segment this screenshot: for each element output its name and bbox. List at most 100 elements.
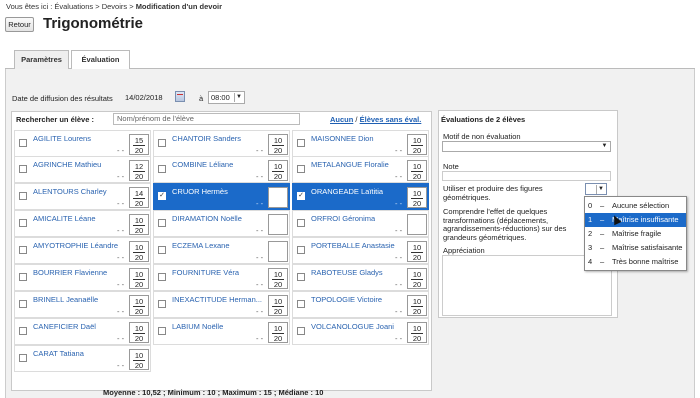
student-checkbox[interactable] (19, 354, 27, 362)
student-card[interactable]: ECZEMA Lexane - - (153, 237, 290, 264)
student-checkbox[interactable] (19, 327, 27, 335)
grade-input[interactable]: 10 20 (268, 322, 288, 343)
student-checkbox[interactable] (297, 300, 305, 308)
student-checkbox[interactable] (297, 273, 305, 281)
student-card[interactable]: DIRAMATION Noëlle - - (153, 210, 290, 237)
student-card[interactable]: COMBINE Léliane - - 10 20 (153, 156, 290, 183)
student-name[interactable]: TOPOLOGIE Victoire (311, 295, 382, 304)
motif-select[interactable]: ▼ (442, 141, 611, 152)
student-card[interactable]: AMYOTROPHIE Léandre - - 10 20 (14, 237, 151, 264)
student-checkbox[interactable] (158, 139, 166, 147)
grade-input[interactable]: 10 20 (407, 295, 427, 316)
student-card[interactable]: LABIUM Noëlle - - 10 20 (153, 318, 290, 345)
tab-evaluation[interactable]: Évaluation (71, 50, 130, 71)
student-checkbox[interactable] (19, 165, 27, 173)
student-name[interactable]: COMBINE Léliane (172, 160, 233, 169)
aucun-link[interactable]: Aucun (330, 115, 353, 124)
student-name[interactable]: ALENTOURS Charley (33, 187, 107, 196)
student-name[interactable]: DIRAMATION Noëlle (172, 214, 242, 223)
grade-input[interactable]: 10 20 (407, 241, 427, 262)
student-name[interactable]: ECZEMA Lexane (172, 241, 230, 250)
grade-input[interactable]: 10 20 (407, 134, 427, 155)
student-name[interactable]: ORFROI Géronima (311, 214, 375, 223)
student-checkbox[interactable] (19, 300, 27, 308)
grade-input[interactable] (268, 241, 288, 262)
student-card[interactable]: ALENTOURS Charley - - 14 20 (14, 183, 151, 210)
date-input[interactable]: 14/02/2018 (125, 91, 172, 104)
student-name[interactable]: FOURNITURE Véra (172, 268, 239, 277)
student-card[interactable]: BRINELL Jeanaëlle - - 10 20 (14, 291, 151, 318)
search-input[interactable]: Nom/prénom de l'élève (113, 113, 300, 125)
student-checkbox[interactable] (297, 165, 305, 173)
student-card[interactable]: ORFROI Géronima - - (292, 210, 429, 237)
dropdown-option-2[interactable]: 2– Maîtrise fragile (585, 227, 686, 241)
student-name[interactable]: METALANGUE Floralie (311, 160, 389, 169)
student-card[interactable]: AMICALITE Léane - - 10 20 (14, 210, 151, 237)
student-name[interactable]: CRUOR Hermès (172, 187, 228, 196)
student-name[interactable]: INEXACTITUDE Herman... (172, 295, 262, 304)
student-card[interactable]: VOLCANOLOGUE Joani - - 10 20 (292, 318, 429, 345)
grade-input[interactable]: 10 20 (129, 295, 149, 316)
student-checkbox[interactable] (19, 219, 27, 227)
grade-input[interactable]: 10 20 (407, 268, 427, 289)
retour-button[interactable]: Retour (5, 17, 34, 32)
grade-input[interactable]: 10 20 (129, 214, 149, 235)
student-checkbox[interactable] (19, 139, 27, 147)
student-name[interactable]: CARAT Tatiana (33, 349, 84, 358)
grade-input[interactable] (268, 187, 288, 208)
grade-input[interactable]: 10 20 (407, 187, 427, 208)
student-checkbox[interactable] (297, 139, 305, 147)
student-name[interactable]: PORTEBALLE Anastasie (311, 241, 395, 250)
grade-input[interactable]: 10 20 (407, 322, 427, 343)
student-checkbox[interactable] (158, 327, 166, 335)
student-name[interactable]: AGRINCHE Mathieu (33, 160, 101, 169)
student-checkbox[interactable] (297, 246, 305, 254)
grade-input[interactable]: 12 20 (129, 160, 149, 181)
grade-input[interactable] (407, 214, 427, 235)
student-card[interactable]: CANEFICIER Daël - - 10 20 (14, 318, 151, 345)
grade-input[interactable]: 10 20 (268, 160, 288, 181)
grade-input[interactable]: 10 20 (268, 268, 288, 289)
student-card[interactable]: BOURRIER Flavienne - - 10 20 (14, 264, 151, 291)
dropdown-option-3[interactable]: 3– Maîtrise satisfaisante (585, 241, 686, 255)
student-name[interactable]: CHANTOIR Sanders (172, 134, 241, 143)
student-name[interactable]: CANEFICIER Daël (33, 322, 96, 331)
student-card[interactable]: FOURNITURE Véra - - 10 20 (153, 264, 290, 291)
grade-input[interactable]: 14 20 (129, 187, 149, 208)
student-name[interactable]: LABIUM Noëlle (172, 322, 223, 331)
grade-input[interactable]: 15 20 (129, 134, 149, 155)
grade-input[interactable] (268, 214, 288, 235)
dropdown-option-0[interactable]: 0– Aucune sélection (585, 199, 686, 213)
student-name[interactable]: ORANGEADE Laïtitia (311, 187, 383, 196)
student-checkbox[interactable] (297, 327, 305, 335)
dropdown-option-1[interactable]: 1– Maîtrise insuffisante (585, 213, 686, 227)
student-card[interactable]: AGILITE Lourens - - 15 20 (14, 130, 151, 157)
student-checkbox[interactable]: ✓ (297, 192, 305, 200)
student-checkbox[interactable] (158, 273, 166, 281)
student-checkbox[interactable] (19, 246, 27, 254)
student-card[interactable]: PORTEBALLE Anastasie - - 10 20 (292, 237, 429, 264)
student-name[interactable]: AGILITE Lourens (33, 134, 91, 143)
student-card[interactable]: RABOTEUSE Gladys - - 10 20 (292, 264, 429, 291)
student-card[interactable]: CARAT Tatiana - - 10 20 (14, 345, 151, 372)
breadcrumb-items[interactable]: Évaluations > Devoirs > (54, 2, 133, 11)
student-name[interactable]: VOLCANOLOGUE Joani (311, 322, 394, 331)
student-checkbox[interactable] (297, 219, 305, 227)
student-checkbox[interactable] (158, 165, 166, 173)
grade-input[interactable]: 10 20 (268, 134, 288, 155)
student-checkbox[interactable]: ✓ (158, 192, 166, 200)
student-card[interactable]: ✓ CRUOR Hermès - - (153, 183, 290, 210)
grade-input[interactable]: 10 20 (129, 322, 149, 343)
calendar-icon[interactable] (175, 91, 185, 102)
student-card[interactable]: AGRINCHE Mathieu - - 12 20 (14, 156, 151, 183)
student-checkbox[interactable] (19, 192, 27, 200)
note-field[interactable] (442, 171, 611, 181)
grade-input[interactable]: 10 20 (129, 241, 149, 262)
student-card[interactable]: TOPOLOGIE Victoire - - 10 20 (292, 291, 429, 318)
student-card[interactable]: INEXACTITUDE Herman... - - 10 20 (153, 291, 290, 318)
student-checkbox[interactable] (158, 300, 166, 308)
student-checkbox[interactable] (19, 273, 27, 281)
grade-input[interactable]: 10 20 (268, 295, 288, 316)
competence-1-select[interactable]: ▼ (585, 183, 607, 195)
student-name[interactable]: BRINELL Jeanaëlle (33, 295, 98, 304)
